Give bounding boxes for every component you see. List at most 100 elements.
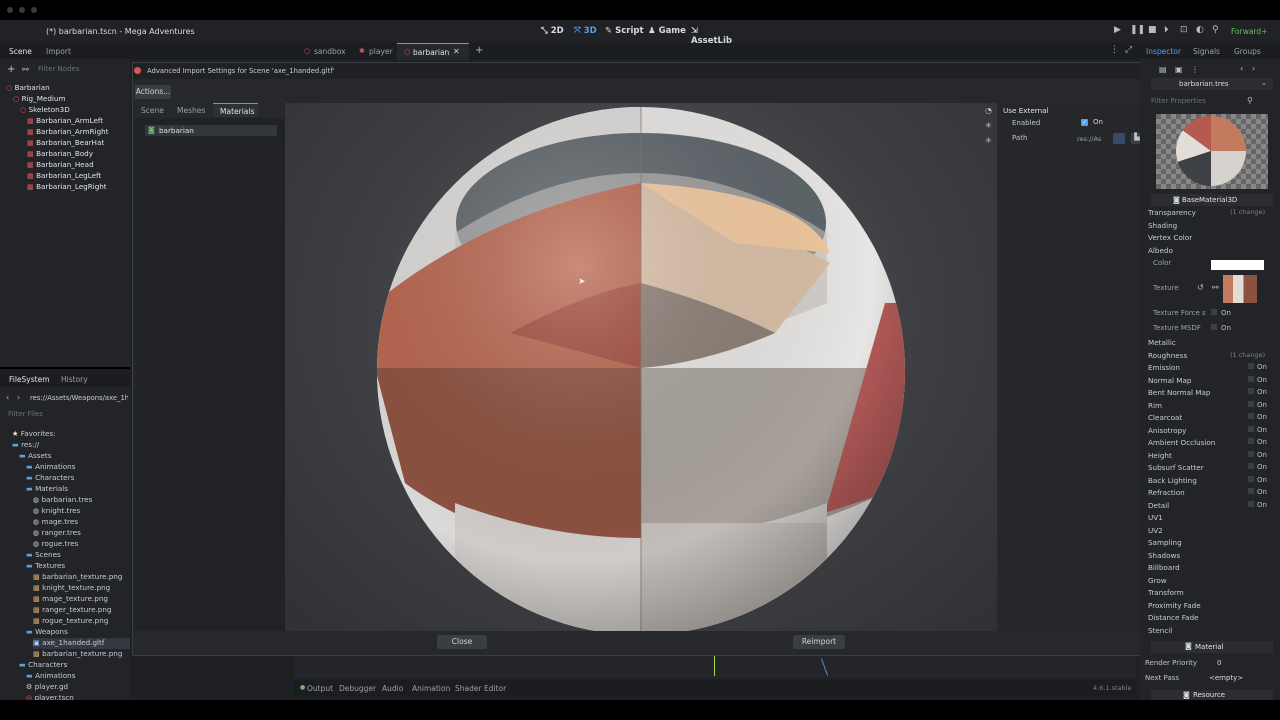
new-resource-icon[interactable]: ▤: [1159, 65, 1167, 74]
play-scene-icon[interactable]: ⏵: [1164, 25, 1169, 35]
inspector-section[interactable]: Refraction On: [1148, 488, 1277, 499]
tab-import[interactable]: Import: [46, 47, 71, 56]
inspector-section[interactable]: Detail On: [1148, 500, 1277, 512]
inspector-section[interactable]: UV1: [1148, 513, 1277, 524]
tab-inspector[interactable]: Inspector: [1146, 47, 1181, 56]
section-enable-toggle[interactable]: On: [1248, 475, 1267, 484]
add-node-icon[interactable]: +: [7, 64, 15, 75]
inspector-section[interactable]: Sampling: [1148, 538, 1277, 549]
albedo-color-swatch[interactable]: [1211, 260, 1264, 270]
section-enable-toggle[interactable]: On: [1248, 425, 1267, 434]
tab-groups[interactable]: Groups: [1234, 47, 1261, 56]
tab-animation[interactable]: Animation: [412, 684, 450, 693]
scene-tree-item[interactable]: ▦ Barbarian_ArmRight: [27, 127, 109, 138]
tab-audio[interactable]: Audio: [382, 684, 403, 693]
filter-files-input[interactable]: Filter Files: [8, 410, 43, 418]
file-item[interactable]: ▬ Weapons: [26, 627, 68, 638]
render-priority-field[interactable]: 0: [1217, 659, 1221, 667]
tab-signals[interactable]: Signals: [1193, 47, 1220, 56]
tab-dialog-materials[interactable]: Materials: [213, 103, 258, 117]
file-item[interactable]: ◍ knight.tres: [33, 506, 80, 517]
actions-menu-button[interactable]: Actions...: [135, 85, 171, 99]
material-item-barbarian[interactable]: ◙ barbarian: [145, 125, 277, 136]
section-enable-toggle[interactable]: On: [1248, 438, 1267, 446]
inspector-section[interactable]: Subsurf Scatter On: [1148, 463, 1277, 474]
mode-3d-button[interactable]: ⤧ 3D: [574, 26, 597, 36]
scene-tree-item[interactable]: ▦ Barbarian_ArmLeft: [27, 116, 103, 127]
file-item[interactable]: ▩ barbarian_texture.png: [33, 572, 122, 583]
tab-shader-editor[interactable]: Shader Editor: [455, 684, 506, 693]
scene-tree-item[interactable]: ▦ Barbarian_BearHat: [27, 138, 104, 149]
filter-nodes-input[interactable]: Filter Nodes: [38, 65, 79, 73]
play-custom-icon[interactable]: ⊡: [1180, 25, 1188, 35]
inspector-section[interactable]: Bent Normal Map On: [1148, 388, 1277, 399]
movie-icon[interactable]: ◐: [1196, 25, 1204, 35]
light-toggle-icon[interactable]: ◔: [985, 106, 992, 115]
inspector-section[interactable]: Shadows: [1148, 551, 1277, 562]
file-item[interactable]: ▩ rogue_texture.png: [33, 616, 108, 627]
filesystem-path[interactable]: res://Assets/Weapons/axe_1h: [30, 394, 128, 402]
mode-game-button[interactable]: ♟ Game: [648, 26, 686, 36]
file-item[interactable]: ▬ Characters: [19, 660, 67, 671]
revert-icon[interactable]: ↺: [1197, 283, 1204, 292]
material-preview-viewport[interactable]: ◔ ✳ ✳ ➤: [285, 103, 997, 631]
enabled-checkbox[interactable]: ✓ On: [1079, 118, 1149, 128]
filter-properties-input[interactable]: Filter Properties: [1151, 97, 1206, 105]
file-item[interactable]: ▬ Materials: [26, 484, 68, 495]
file-item[interactable]: ◎ player.tscn: [26, 693, 74, 700]
history-forward-icon[interactable]: ›: [1252, 64, 1255, 73]
file-item[interactable]: ▬ Animations: [26, 671, 75, 682]
window-minimize-button[interactable]: [19, 7, 25, 13]
section-enable-toggle[interactable]: On: [1248, 463, 1267, 471]
more-icon[interactable]: ⋮: [1110, 45, 1119, 55]
back-icon[interactable]: ‹: [6, 393, 9, 402]
section-enable-toggle[interactable]: On: [1248, 450, 1267, 459]
dialog-close-icon[interactable]: [134, 67, 141, 74]
tab-scene[interactable]: Scene: [9, 47, 32, 56]
window-zoom-button[interactable]: [31, 7, 37, 13]
mode-2d-button[interactable]: ⤡ 2D: [541, 26, 564, 36]
inspector-section[interactable]: Anisotropy On: [1148, 425, 1277, 437]
file-item[interactable]: ◍ barbarian.tres: [33, 495, 92, 506]
albedo-texture-thumbnail[interactable]: [1223, 275, 1257, 303]
scene-tree-item[interactable]: ○ Rig_Medium: [13, 94, 65, 105]
inspector-section[interactable]: Normal Map On: [1148, 375, 1277, 387]
file-item[interactable]: ⚙ player.gd: [26, 682, 68, 693]
inspector-section[interactable]: Billboard: [1148, 563, 1277, 574]
file-item[interactable]: ▬ Scenes: [26, 550, 61, 561]
scene-tree-item[interactable]: ▦ Barbarian_Head: [27, 160, 94, 171]
history-back-icon[interactable]: ‹: [1240, 64, 1243, 73]
file-item[interactable]: ▬ Assets: [19, 451, 51, 462]
stop-icon[interactable]: ■: [1148, 25, 1157, 35]
distraction-free-icon[interactable]: ⤢: [1125, 45, 1132, 55]
close-tab-icon[interactable]: ✕: [453, 47, 460, 56]
window-close-button[interactable]: [7, 7, 13, 13]
save-icon[interactable]: ▣: [1175, 65, 1183, 74]
file-item[interactable]: ▬ Animations: [26, 462, 75, 473]
inspector-section[interactable]: Grow: [1148, 576, 1277, 587]
file-item[interactable]: ▩ barbarian_texture.png: [33, 649, 122, 660]
scene-tree-item[interactable]: ▦ Barbarian_LegRight: [27, 182, 107, 193]
scene-tab-barbarian[interactable]: ○ barbarian ✕: [397, 43, 469, 60]
file-item[interactable]: ◍ ranger.tres: [33, 528, 81, 539]
file-item[interactable]: ▩ ranger_texture.png: [33, 605, 111, 616]
inspector-section[interactable]: Metallic: [1148, 338, 1277, 349]
scene-tab-player[interactable]: ✱ player: [353, 43, 403, 60]
path-clear-button[interactable]: [1113, 133, 1125, 144]
file-item[interactable]: ▣ axe_1handed.gltf: [33, 638, 130, 649]
next-pass-field[interactable]: <empty>: [1209, 674, 1243, 682]
file-item[interactable]: ▩ knight_texture.png: [33, 583, 110, 594]
tab-debugger[interactable]: Debugger: [339, 684, 376, 693]
path-field[interactable]: res://As: [1077, 135, 1101, 143]
reimport-button[interactable]: Reimport: [793, 635, 845, 649]
tab-filesystem[interactable]: FileSystem: [9, 375, 50, 384]
inspector-section[interactable]: Height On: [1148, 450, 1277, 462]
section-enable-toggle[interactable]: On: [1248, 500, 1267, 509]
link-icon[interactable]: ⚯: [22, 65, 29, 74]
scene-tree-item[interactable]: ▦ Barbarian_LegLeft: [27, 171, 101, 182]
close-button[interactable]: Close: [437, 635, 487, 649]
inspector-section[interactable]: Proximity Fade: [1148, 601, 1277, 612]
section-enable-toggle[interactable]: On: [1248, 363, 1267, 371]
file-item[interactable]: ★ Favorites:: [12, 429, 56, 440]
section-enable-toggle[interactable]: On: [1248, 375, 1267, 384]
